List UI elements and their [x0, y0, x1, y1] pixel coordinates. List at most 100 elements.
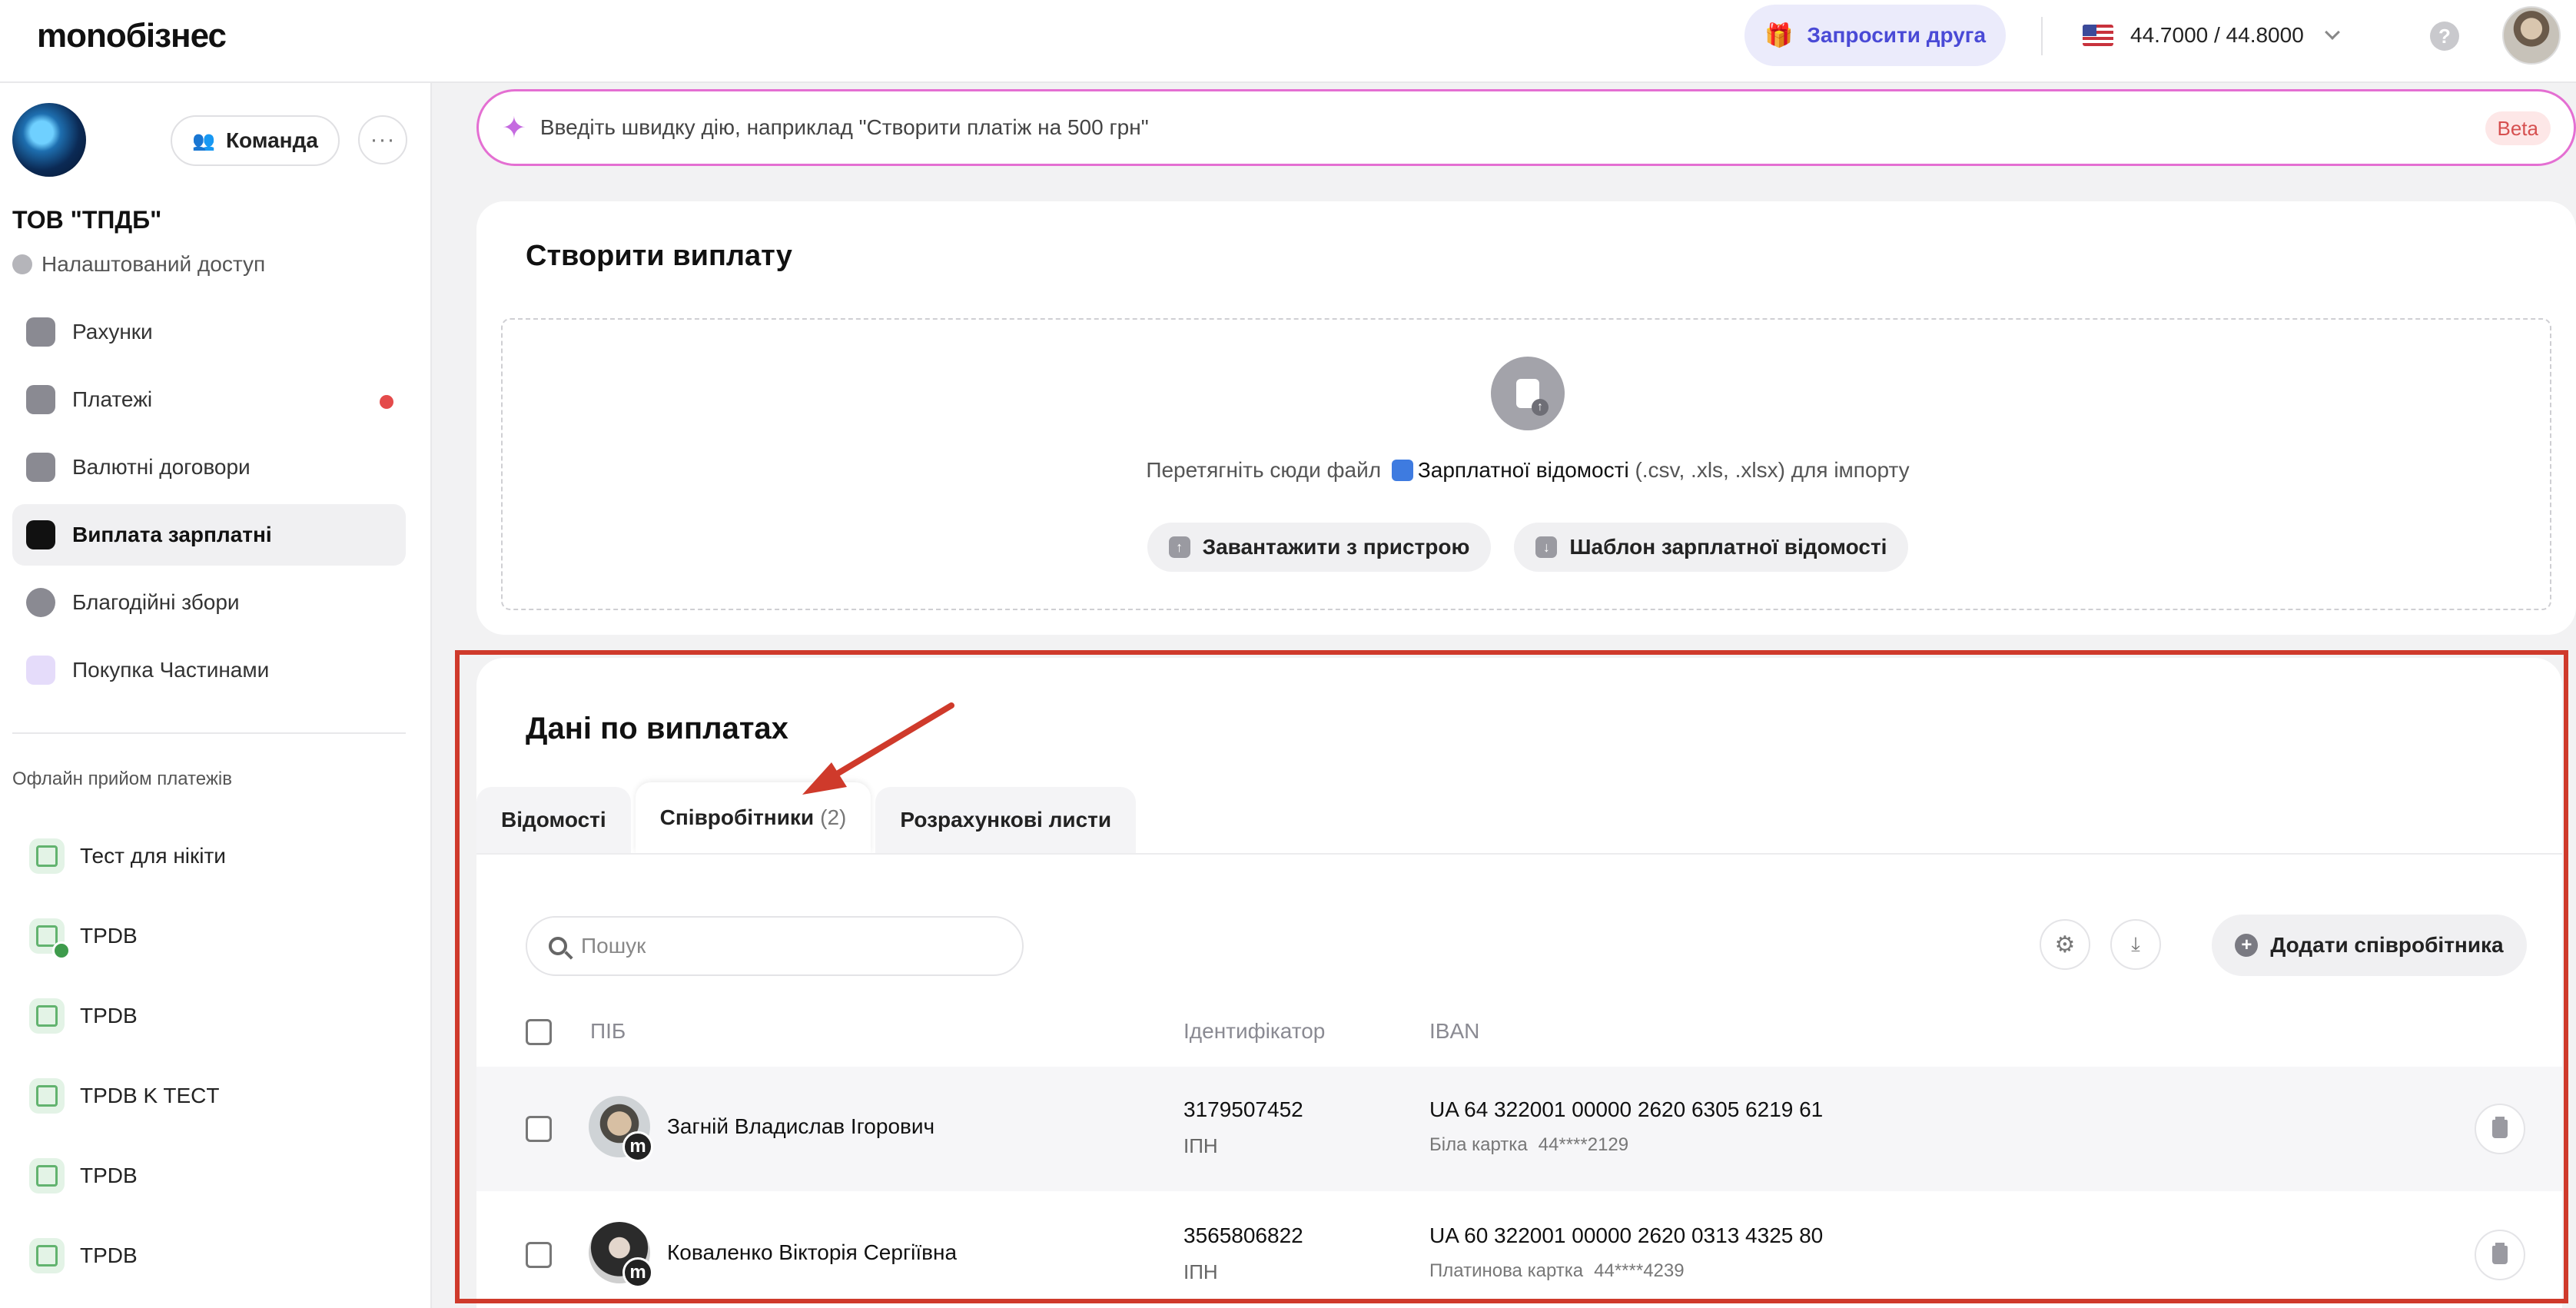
qr-icon — [29, 1158, 65, 1193]
select-all-checkbox[interactable] — [526, 1019, 552, 1045]
team-icon: 👥 — [192, 130, 215, 151]
search-icon — [549, 937, 567, 955]
help-icon[interactable]: ? — [2430, 22, 2459, 51]
offline-item[interactable]: TPDB — [29, 976, 398, 1056]
row-checkbox[interactable] — [526, 1116, 552, 1142]
column-header-name: ПІБ — [590, 1019, 626, 1043]
qr-icon — [29, 1078, 65, 1114]
currency-rate-selector[interactable]: 44.7000 / 44.8000 — [2083, 20, 2340, 51]
paw-icon — [26, 656, 55, 685]
offline-item[interactable]: TPDB — [29, 896, 398, 976]
offline-item-label: Тест для нікіти — [80, 844, 226, 868]
offline-item[interactable]: Тест для нікіти — [29, 816, 398, 896]
android-terminal-icon — [29, 918, 71, 960]
avatar: m — [589, 1222, 653, 1288]
sidebar-item-currency-contracts[interactable]: Валютні договори — [12, 437, 406, 498]
upload-icon: ↑ — [1168, 536, 1190, 558]
offline-item-label: TPDB — [80, 1164, 138, 1187]
dropzone-text: Перетягніть сюди файл Зарплатної відомос… — [503, 458, 2553, 483]
logo[interactable]: monoбізнес — [37, 17, 227, 55]
table-row[interactable]: m Загній Владислав Ігорович 3179507452 І… — [476, 1067, 2562, 1191]
user-avatar[interactable] — [2502, 6, 2561, 65]
gear-icon: ⚙ — [2054, 931, 2076, 958]
table-row[interactable]: m Коваленко Вікторія Сергіївна 356580682… — [476, 1193, 2562, 1308]
qr-icon — [29, 838, 65, 874]
invite-friend-label: Запросити друга — [1807, 23, 1987, 47]
create-payout-card: Створити виплату Перетягніть сюди файл З… — [476, 201, 2576, 635]
file-dropzone[interactable]: Перетягніть сюди файл Зарплатної відомос… — [501, 318, 2551, 610]
tabs: Відомості Співробітники (2) Розрахункові… — [476, 782, 1140, 853]
user-lock-icon — [12, 254, 32, 274]
offline-item-label: TPDB — [80, 1243, 138, 1267]
us-flag-icon — [2083, 25, 2113, 46]
tab-count: (2) — [820, 805, 847, 829]
drop-text-after: (.csv, .xls, .xlsx) для імпорту — [1635, 458, 1910, 482]
payout-data-title: Дані по виплатах — [526, 712, 788, 745]
sidebar-item-payments[interactable]: Платежі — [12, 369, 406, 430]
notification-dot — [380, 395, 393, 409]
tab-label: Відомості — [501, 808, 606, 832]
qr-icon — [29, 1238, 65, 1273]
delete-employee-button[interactable] — [2475, 1230, 2525, 1280]
employee-name: Коваленко Вікторія Сергіївна — [667, 1240, 958, 1264]
salary-template-button[interactable]: ↓ Шаблон зарплатної відомості — [1514, 523, 1909, 572]
employee-iban: UA 64 322001 00000 2620 6305 6219 61 — [1429, 1097, 1824, 1121]
upload-button-label: Завантажити з пристрою — [1202, 535, 1470, 559]
add-employee-button[interactable]: + Додати співробітника — [2212, 915, 2527, 976]
file-upload-icon — [1491, 357, 1565, 430]
employee-id-type: ІПН — [1183, 1260, 1218, 1283]
quick-action-input[interactable]: ✦ Введіть швидку дію, наприклад "Створит… — [476, 89, 2576, 166]
column-header-iban: IBAN — [1429, 1019, 1480, 1043]
sparkle-icon: ✦ — [502, 111, 526, 144]
team-label: Команда — [225, 128, 318, 152]
access-settings[interactable]: Налаштований доступ — [12, 252, 265, 277]
download-icon: ↓ — [1535, 536, 1558, 558]
divider — [2041, 17, 2043, 55]
delete-employee-button[interactable] — [2475, 1104, 2525, 1154]
search-placeholder: Пошук — [581, 934, 646, 958]
offline-item-label: TPDB K TECT — [80, 1084, 220, 1107]
beta-badge: Beta — [2485, 111, 2551, 145]
currency-contract-icon — [26, 453, 55, 482]
gift-icon: 🎁 — [1764, 22, 1794, 48]
upload-from-device-button[interactable]: ↑ Завантажити з пристрою — [1147, 523, 1492, 572]
avatar: m — [589, 1096, 653, 1162]
row-checkbox[interactable] — [526, 1242, 552, 1268]
offline-item-label: TPDB — [80, 924, 138, 948]
terminal-icon — [29, 998, 65, 1034]
tab-statements[interactable]: Відомості — [476, 787, 631, 853]
invite-friend-button[interactable]: 🎁 Запросити друга — [1744, 5, 2006, 66]
org-avatar[interactable] — [12, 103, 86, 177]
offline-payments-title: Офлайн прийом платежів — [12, 769, 232, 789]
tab-label: Розрахункові листи — [900, 808, 1112, 832]
salary-icon — [26, 520, 55, 549]
sidebar-item-salary[interactable]: Виплата зарплатні — [12, 504, 406, 566]
employee-id: 3179507452 — [1183, 1097, 1303, 1121]
tab-employees[interactable]: Співробітники (2) — [635, 782, 871, 853]
offline-item[interactable]: TPDB — [29, 1136, 398, 1216]
employee-name: Загній Владислав Ігорович — [667, 1114, 935, 1138]
quick-action-placeholder: Введіть швидку дію, наприклад "Створити … — [539, 115, 1149, 139]
add-employee-label: Додати співробітника — [2270, 933, 2504, 957]
offline-item[interactable]: TPDB — [29, 1216, 398, 1296]
employee-id: 3565806822 — [1183, 1223, 1303, 1247]
tab-label: Співробітники — [659, 805, 815, 829]
offline-item[interactable]: TPDB K TECT — [29, 1056, 398, 1136]
sidebar-item-charity[interactable]: Благодійні збори — [12, 572, 406, 633]
access-label: Налаштований доступ — [41, 252, 266, 276]
search-input[interactable]: Пошук — [526, 916, 1024, 976]
tab-payslips[interactable]: Розрахункові листи — [875, 787, 1137, 853]
team-button[interactable]: 👥 Команда — [171, 115, 340, 166]
download-icon: ⤓ — [2131, 932, 2140, 955]
sidebar-item-label: Виплата зарплатні — [72, 523, 272, 546]
download-button[interactable]: ⤓ — [2110, 919, 2161, 970]
sidebar-item-accounts[interactable]: Рахунки — [12, 301, 406, 363]
sidebar: 👥 Команда ··· ТОВ "ТПДБ" Налаштований до… — [0, 83, 432, 1308]
sidebar-item-installments[interactable]: Покупка Частинами — [12, 639, 406, 701]
settings-button[interactable]: ⚙ — [2040, 919, 2090, 970]
drop-text-before: Перетягніть сюди файл — [1146, 458, 1382, 482]
chevron-down-icon — [2324, 25, 2340, 40]
more-options-button[interactable]: ··· — [358, 115, 407, 164]
card-type: Біла картка — [1429, 1134, 1528, 1155]
sidebar-item-label: Платежі — [72, 387, 153, 411]
